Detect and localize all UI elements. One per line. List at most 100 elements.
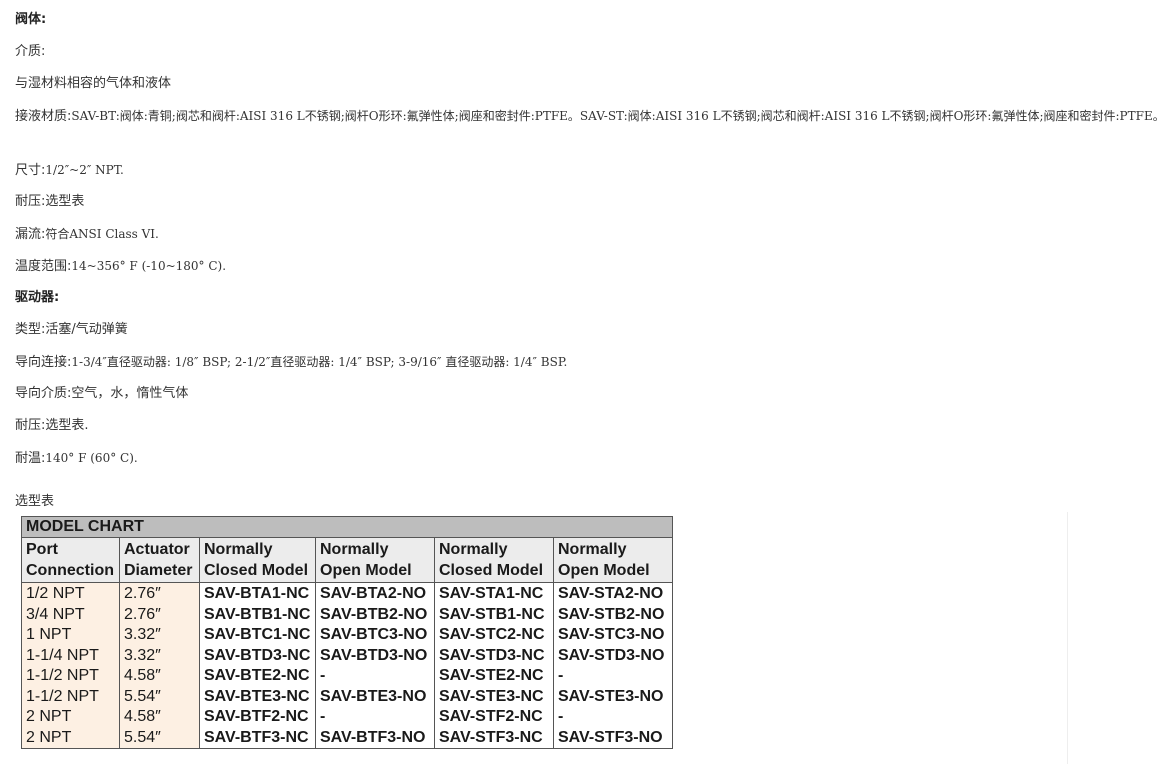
port-connection-cell: 1 NPT [21, 625, 120, 646]
pressure-label: 耐压: [15, 194, 46, 209]
media-value: 与湿材料相容的气体和液体 [15, 76, 172, 91]
column-header: Port Connection [21, 537, 120, 583]
model-number-cell: SAV-BTE3-NO [315, 686, 435, 707]
size-value: 1/2″~2″ NPT. [45, 163, 124, 177]
model-number-cell: SAV-STE2-NC [434, 666, 554, 687]
model-number-cell: SAV-STC2-NC [434, 625, 554, 646]
actuator-temperature-line: 耐温:140° F (60° C). [15, 447, 138, 470]
column-header-line: Open Model [320, 562, 412, 579]
port-connection-cell: 2 NPT [21, 707, 120, 728]
model-number-cell: SAV-BTF3-NC [199, 727, 316, 749]
model-chart-body: 1/2 NPT 2.76″ SAV-BTA1-NC SAV-BTA2-NO SAV-ST… [21, 582, 674, 749]
port-connection-cell: 3/4 NPT [21, 604, 120, 625]
column-header-line: Closed Model [439, 562, 544, 579]
model-number-cell: SAV-BTF3-NO [315, 727, 435, 749]
model-number-cell: SAV-STE3-NC [434, 686, 554, 707]
actuator-diameter-cell: 2.76″ [119, 582, 200, 605]
column-header-line: Closed Model [204, 562, 309, 579]
model-number-cell: SAV-BTD3-NC [199, 645, 316, 666]
model-chart-table: MODEL CHART Port Connection Actuator Diamet… [20, 516, 674, 749]
actuator-section-title: 驱动器: [15, 290, 60, 305]
model-number-cell: SAV-BTC1-NC [199, 625, 316, 646]
pilot-connection-label: 导向连接: [15, 355, 72, 370]
model-number-cell: SAV-STC3-NO [552, 625, 674, 646]
model-number-cell: SAV-STD3-NO [552, 645, 674, 666]
port-connection-cell: 1-1/4 NPT [21, 645, 120, 666]
actuator-temperature-value: 140° F (60° C). [45, 451, 138, 465]
column-header-line: Diameter [124, 562, 193, 579]
pressure-line: 耐压:选型表 [15, 191, 84, 213]
actuator-pressure-label: 耐压: [15, 418, 46, 433]
port-connection-cell: 1-1/2 NPT [21, 686, 120, 707]
column-header-line: Normally [204, 541, 273, 558]
table-row: 2 NPT 5.54″ SAV-BTF3-NC SAV-BTF3-NO SAV-STF3… [21, 727, 674, 749]
port-connection-cell: 2 NPT [21, 727, 120, 749]
wetted-value: SAV-BT:阀体:青铜;阀芯和阀杆:AISI 316 L不锈钢;阀杆O形环:氟… [71, 109, 1165, 123]
model-number-cell: SAV-STD3-NC [434, 645, 554, 666]
model-number-cell: SAV-BTF2-NC [199, 707, 316, 728]
table-row: 1 NPT 3.32″ SAV-BTC1-NC SAV-BTC3-NO SAV-STC2… [21, 625, 674, 646]
pilot-media-label: 导向介质: [15, 386, 72, 401]
model-number-cell: SAV-BTE3-NC [199, 686, 316, 707]
column-header-line: Normally [558, 541, 627, 558]
temperature-value: 14~356° F (-10~180° C). [71, 259, 227, 273]
leakage-line: 漏流:符合ANSI Class VI. [15, 223, 159, 246]
chart-caption: 选型表 [15, 494, 55, 509]
size-label: 尺寸: [15, 163, 46, 178]
model-number-cell: SAV-STB2-NO [552, 604, 674, 625]
size-line: 尺寸:1/2″~2″ NPT. [15, 159, 124, 182]
model-chart-header-row: Port Connection Actuator Diameter Normally Cl… [21, 537, 674, 583]
model-number-cell: SAV-STE3-NO [552, 686, 674, 707]
column-header: Normally Closed Model [434, 537, 554, 583]
actuator-diameter-cell: 2.76″ [119, 604, 200, 625]
model-number-cell: - [315, 707, 435, 728]
model-number-cell: - [552, 707, 674, 728]
media-line: 介质: [15, 41, 45, 63]
model-number-cell: SAV-STF2-NC [434, 707, 554, 728]
column-header: Normally Closed Model [199, 537, 316, 583]
pilot-media-line: 导向介质:空气，水，惰性气体 [15, 383, 188, 405]
pilot-connection-line: 导向连接:1-3/4″直径驱动器: 1/8″ BSP; 2-1/2″直径驱动器:… [15, 351, 567, 374]
actuator-diameter-cell: 5.54″ [119, 686, 200, 707]
model-chart-title: MODEL CHART [20, 516, 674, 538]
model-number-cell: SAV-STB1-NC [434, 604, 554, 625]
column-header-line: Port [26, 541, 58, 558]
table-row: 1/2 NPT 2.76″ SAV-BTA1-NC SAV-BTA2-NO SAV-ST… [21, 582, 674, 605]
column-header-line: Normally [439, 541, 508, 558]
actuator-temperature-label: 耐温: [15, 451, 46, 466]
wetted-materials-line: 接液材质:SAV-BT:阀体:青铜;阀芯和阀杆:AISI 316 L不锈钢;阀杆… [15, 105, 1165, 128]
column-header: Actuator Diameter [119, 537, 200, 583]
model-chart: MODEL CHART Port Connection Actuator Diamet… [20, 516, 674, 749]
column-header-line: Open Model [558, 562, 650, 579]
pressure-value: 选型表 [45, 194, 85, 209]
actuator-type-value: 活塞/气动弹簧 [45, 322, 128, 337]
model-number-cell: SAV-BTA1-NC [199, 582, 316, 605]
actuator-diameter-cell: 4.58″ [119, 707, 200, 728]
model-number-cell: SAV-STF3-NC [434, 727, 554, 749]
model-number-cell: SAV-STA1-NC [434, 582, 554, 605]
column-header: Normally Open Model [315, 537, 435, 583]
column-header-line: Actuator [124, 541, 190, 558]
actuator-diameter-cell: 3.32″ [119, 625, 200, 646]
media-label: 介质: [15, 44, 46, 59]
leakage-value: 符合ANSI Class VI. [45, 227, 159, 241]
actuator-type-label: 类型: [15, 322, 46, 337]
actuator-pressure-value: 选型表. [45, 418, 89, 433]
actuator-type-line: 类型:活塞/气动弹簧 [15, 319, 128, 341]
model-number-cell: SAV-BTE2-NC [199, 666, 316, 687]
actuator-pressure-line: 耐压:选型表. [15, 415, 89, 437]
model-number-cell: SAV-BTA2-NO [315, 582, 435, 605]
model-number-cell: SAV-BTC3-NO [315, 625, 435, 646]
table-row: 1-1/2 NPT 4.58″ SAV-BTE2-NC - SAV-STE2-NC - [21, 666, 674, 687]
model-number-cell: SAV-BTB1-NC [199, 604, 316, 625]
actuator-diameter-cell: 4.58″ [119, 666, 200, 687]
port-connection-cell: 1-1/2 NPT [21, 666, 120, 687]
pilot-connection-value: 1-3/4″直径驱动器: 1/8″ BSP; 2-1/2″直径驱动器: 1/4″… [71, 355, 568, 369]
model-number-cell: SAV-STA2-NO [552, 582, 674, 605]
model-number-cell: - [552, 666, 674, 687]
leakage-label: 漏流: [15, 227, 46, 242]
model-number-cell: SAV-BTD3-NO [315, 645, 435, 666]
temperature-label: 温度范围: [15, 259, 72, 274]
column-header: Normally Open Model [552, 537, 674, 583]
actuator-diameter-cell: 3.32″ [119, 645, 200, 666]
